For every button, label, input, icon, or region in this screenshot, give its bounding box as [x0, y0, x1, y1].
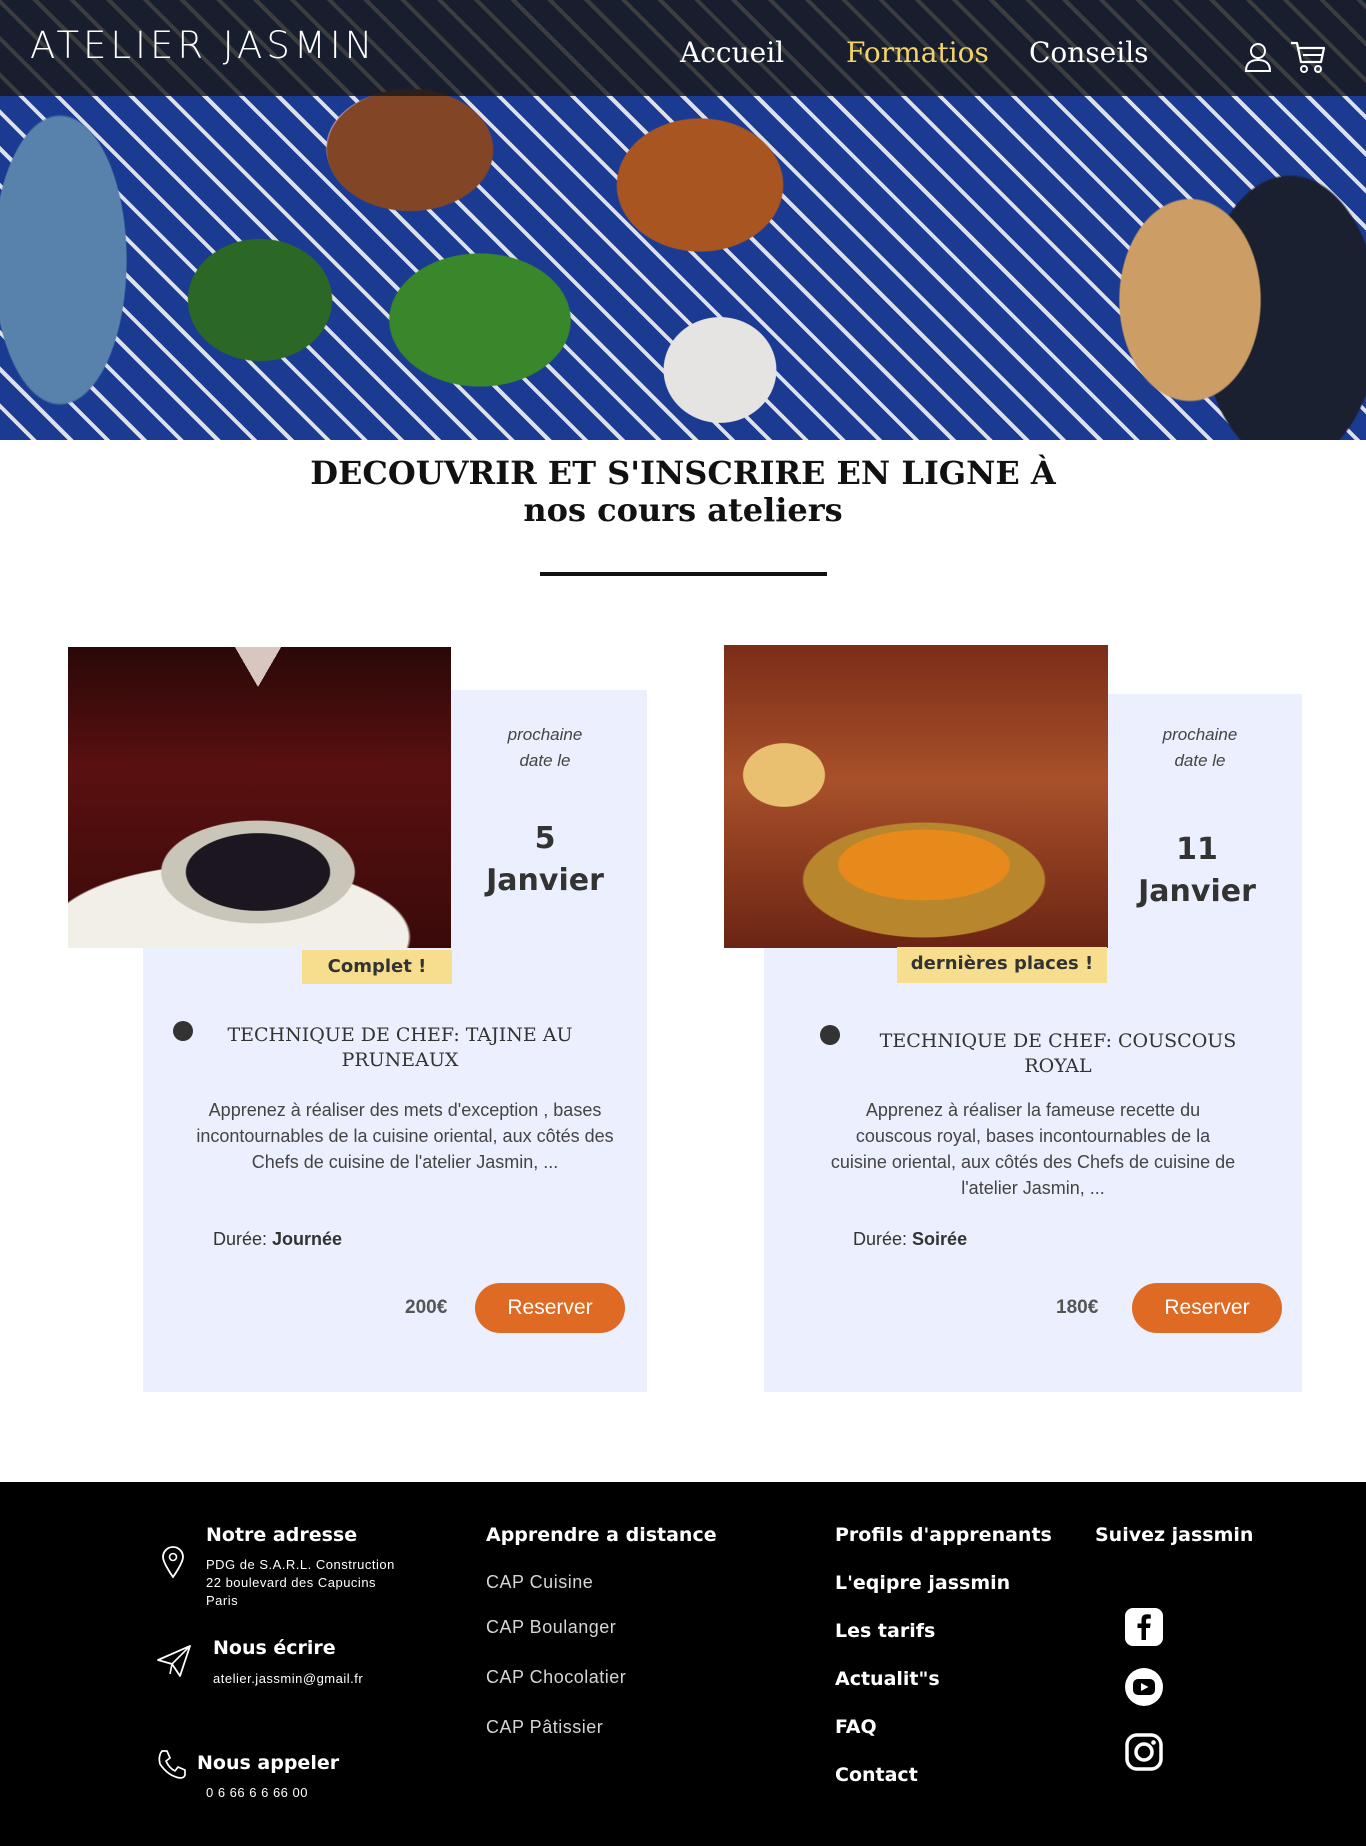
course-description: Apprenez à réaliser des mets d'exception…	[196, 1100, 614, 1172]
address-line: 22 boulevard des Capucins	[206, 1575, 377, 1590]
nav-accueil[interactable]: Accueil	[680, 36, 784, 69]
footer-link-cap-chocolatier[interactable]: CAP Chocolatier	[486, 1667, 626, 1688]
section-title: DECOUVRIR ET S'INSCRIRE EN LIGNE À nos c…	[280, 455, 1086, 529]
course-description: Apprenez à réaliser la fameuse recette d…	[830, 1100, 1236, 1198]
youtube-icon[interactable]	[1124, 1667, 1164, 1707]
footer-link-cap-boulanger[interactable]: CAP Boulanger	[486, 1617, 616, 1638]
course-price: 200€	[405, 1297, 448, 1318]
facebook-icon[interactable]	[1124, 1607, 1164, 1647]
course-price: 180€	[1056, 1297, 1099, 1318]
date-label-line2: date le	[1174, 751, 1226, 770]
instagram-icon[interactable]	[1124, 1732, 1164, 1772]
footer-call-heading: Nous appeler	[197, 1752, 340, 1774]
reserve-button[interactable]: Reserver	[1132, 1283, 1282, 1333]
course-title: TECHNIQUE DE CHEF: TAJINE AU PRUNEAUX	[227, 1024, 573, 1071]
date-month: Janvier	[486, 863, 604, 898]
date-value: 5 Janvier	[465, 818, 625, 902]
footer-address-heading: Notre adresse	[206, 1524, 358, 1546]
duration-value: Soirée	[912, 1229, 968, 1249]
nav-conseils[interactable]: Conseils	[1029, 36, 1149, 69]
footer-link-tarifs[interactable]: Les tarifs	[835, 1620, 935, 1642]
course-title: TECHNIQUE DE CHEF: COUSCOUS ROYAL	[879, 1030, 1237, 1077]
status-badge: dernières places !	[897, 947, 1107, 983]
date-label-line1: prochaine	[507, 725, 583, 744]
address-line: Paris	[206, 1593, 239, 1608]
site-logo[interactable]: ATELIER JASMIN	[30, 24, 376, 67]
tajine-image	[68, 647, 451, 948]
top-navbar: ATELIER JASMIN Accueil Formatios Conseil…	[0, 0, 1366, 96]
footer-email[interactable]: atelier.jassmin@gmail.fr	[213, 1670, 363, 1688]
footer-link-profils[interactable]: Profils d'apprenants	[835, 1524, 1052, 1546]
couscous-image	[724, 645, 1108, 948]
footer-social-heading: Suivez jassmin	[1095, 1524, 1254, 1546]
footer-link-contact[interactable]: Contact	[835, 1764, 918, 1786]
date-label: prochaine date le	[465, 722, 625, 774]
phone-icon	[158, 1750, 186, 1779]
reserve-button[interactable]: Reserver	[475, 1283, 625, 1333]
paper-plane-icon	[157, 1645, 191, 1677]
date-month: Janvier	[1138, 874, 1256, 909]
section-title-line1: DECOUVRIR ET S'INSCRIRE EN LIGNE À	[310, 454, 1056, 492]
footer-link-actualites[interactable]: Actualit"s	[835, 1668, 940, 1690]
cart-icon[interactable]	[1290, 40, 1326, 74]
footer-link-faq[interactable]: FAQ	[835, 1716, 877, 1738]
date-label-line2: date le	[519, 751, 571, 770]
date-label-line1: prochaine	[1162, 725, 1238, 744]
duration-label: Durée:	[213, 1229, 268, 1249]
status-badge: Complet !	[302, 950, 452, 984]
footer-address: PDG de S.A.R.L. Construction 22 boulevar…	[206, 1556, 395, 1610]
user-icon[interactable]	[1244, 42, 1272, 72]
duration-value: Journée	[272, 1229, 343, 1249]
footer-link-cap-cuisine[interactable]: CAP Cuisine	[486, 1572, 593, 1593]
footer-link-equipe[interactable]: L'eqipre jassmin	[835, 1572, 1010, 1594]
footer-phone[interactable]: 0 6 66 6 6 66 00	[206, 1784, 308, 1802]
date-value: 11 Janvier	[1117, 829, 1277, 913]
date-day: 11	[1176, 832, 1218, 867]
bullet-dot	[820, 1025, 840, 1045]
footer-link-cap-patissier[interactable]: CAP Pâtissier	[486, 1717, 603, 1738]
course-duration: Durée: Journée	[213, 1229, 342, 1250]
duration-label: Durée:	[853, 1229, 908, 1249]
section-title-line2: nos cours ateliers	[523, 491, 843, 529]
bullet-dot	[173, 1021, 193, 1041]
footer: Notre adresse PDG de S.A.R.L. Constructi…	[0, 1482, 1366, 1846]
address-line: PDG de S.A.R.L. Construction	[206, 1557, 395, 1572]
date-label: prochaine date le	[1120, 722, 1280, 774]
course-duration: Durée: Soirée	[853, 1229, 967, 1250]
location-pin-icon	[162, 1546, 184, 1579]
nav-formations[interactable]: Formatios	[846, 36, 989, 69]
date-day: 5	[534, 821, 556, 856]
footer-write-heading: Nous écrire	[213, 1637, 336, 1659]
title-divider	[540, 572, 827, 576]
footer-distance-heading: Apprendre a distance	[486, 1524, 717, 1546]
